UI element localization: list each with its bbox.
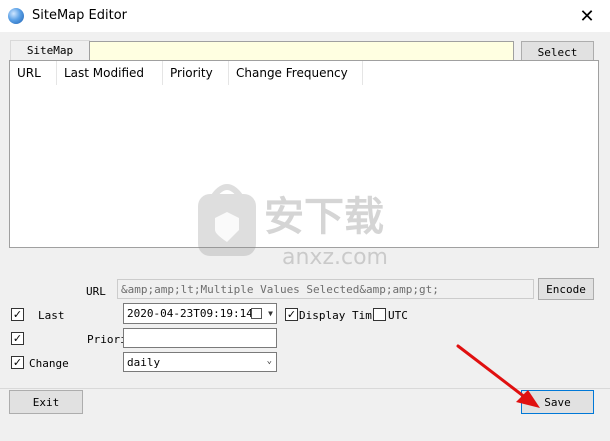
column-header-priority[interactable]: Priority [163, 61, 229, 85]
encode-button[interactable]: Encode [538, 278, 594, 300]
dialog-body: SiteMap Select URL Last Modified Priorit… [0, 32, 610, 441]
last-checkbox[interactable]: ✓ [11, 308, 24, 321]
change-frequency-select[interactable]: daily ⌄ [123, 352, 277, 372]
watermark-domain-text: anxz.com [282, 245, 388, 270]
annotation-arrow-icon [456, 344, 540, 408]
sitemap-path-input[interactable] [89, 41, 514, 62]
column-header-url[interactable]: URL [10, 61, 57, 85]
display-time-checkbox[interactable]: ✓ [285, 308, 298, 321]
chevron-down-icon[interactable]: ▼ [268, 309, 273, 318]
close-button[interactable]: ✕ [564, 0, 610, 32]
utc-label: UTC [388, 309, 408, 322]
change-frequency-value: daily [127, 355, 161, 369]
priority-input[interactable] [123, 328, 277, 348]
priority-label: Priori [87, 333, 127, 346]
change-checkbox[interactable]: ✓ [11, 356, 24, 369]
title-bar: SiteMap Editor ✕ [0, 0, 610, 32]
calendar-icon[interactable] [251, 308, 262, 319]
list-header: URL Last Modified Priority Change Freque… [10, 61, 598, 85]
watermark-logo: 安下载 anxz.com [198, 184, 388, 270]
exit-button[interactable]: Exit [9, 390, 83, 414]
display-time-label: Display Tim [299, 309, 372, 322]
last-modified-value: 2020-04-23T09:19:14 [127, 307, 253, 320]
column-header-change-frequency[interactable]: Change Frequency [229, 61, 363, 85]
change-label: Change [29, 357, 69, 370]
url-input[interactable]: &amp;amp;lt;Multiple Values Selected&amp… [117, 279, 534, 299]
last-modified-datetime[interactable]: 2020-04-23T09:19:14 ▼ [123, 303, 277, 324]
sitemap-label: SiteMap [10, 40, 90, 60]
window-title: SiteMap Editor [32, 8, 127, 23]
column-header-last-modified[interactable]: Last Modified [57, 61, 163, 85]
utc-checkbox[interactable] [373, 308, 386, 321]
url-label: URL [86, 285, 106, 298]
last-label: Last [38, 309, 65, 322]
app-globe-icon [8, 8, 24, 24]
watermark-brand-text: 安下载 [264, 194, 384, 240]
dropdown-arrow-icon[interactable]: ⌄ [267, 356, 272, 366]
priority-checkbox[interactable]: ✓ [11, 332, 24, 345]
